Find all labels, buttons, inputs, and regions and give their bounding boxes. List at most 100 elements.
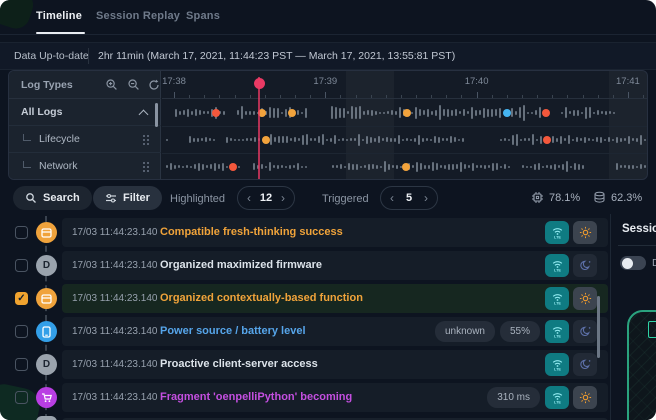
tab-spans[interactable]: Spans	[186, 10, 220, 22]
app-window: Timeline Session Replay Spans Data Up-to…	[0, 0, 656, 420]
log-message[interactable]: Power source / battery level	[160, 325, 306, 337]
axis-tick	[340, 95, 341, 98]
log-row[interactable]: 17/03 11:44:23.140 Compatible fresh-thin…	[0, 218, 610, 247]
memory-metric: 62.3%	[593, 191, 642, 204]
network-lte-button[interactable]: LTE	[545, 221, 569, 244]
waveform-network[interactable]	[162, 153, 647, 180]
sliders-icon	[105, 192, 117, 204]
log-row-strip[interactable]: 17/03 11:44:23.140 Organized contextuall…	[62, 284, 608, 313]
moon-icon	[579, 325, 592, 338]
log-type-row-lifecycle[interactable]: Lifecycle	[9, 126, 161, 153]
filter-button[interactable]: Filter	[93, 186, 162, 210]
event-dot-orange[interactable]	[402, 163, 410, 171]
row-checkbox[interactable]	[15, 259, 28, 272]
playhead-marker[interactable]	[254, 78, 265, 89]
playhead-line[interactable]	[258, 77, 260, 179]
next-icon[interactable]: ›	[424, 192, 428, 204]
log-types-label: Log Types	[21, 79, 73, 91]
axis-tick-label: 17:40	[465, 76, 489, 87]
waveform-all-logs[interactable]	[162, 99, 647, 127]
time-axis[interactable]: 17:3817:3917:4017:41	[162, 71, 647, 99]
network-lte-button[interactable]: LTE	[545, 386, 569, 409]
event-dot-red[interactable]	[212, 109, 220, 117]
log-row[interactable]: 17/03 11:44:23.140 Power source / batter…	[0, 317, 610, 346]
log-message[interactable]: Proactive client-server access	[160, 358, 318, 370]
tab-session-replay[interactable]: Session Replay	[96, 10, 180, 22]
row-checkbox[interactable]: ✓	[15, 292, 28, 305]
log-row-strip[interactable]: 17/03 11:44:23.140 Power source / batter…	[62, 317, 608, 346]
axis-tick	[537, 95, 538, 98]
chevron-up-icon[interactable]	[139, 110, 149, 120]
environment-button[interactable]	[573, 254, 597, 277]
waveform-area: 17:3817:3917:4017:41	[162, 71, 647, 179]
log-row-strip[interactable]: 17/03 11:44:23.140 Proactive client-serv…	[62, 350, 608, 379]
event-dot-orange[interactable]	[262, 136, 270, 144]
axis-tick	[371, 95, 372, 98]
log-type-row-all-logs[interactable]: All Logs	[9, 99, 161, 126]
log-row[interactable]: D 17/03 11:44:23.140 Proactive client-se…	[0, 350, 610, 379]
log-type-icon: D	[36, 354, 57, 375]
list-scrollbar-thumb[interactable]	[597, 296, 600, 358]
axis-tick	[416, 95, 417, 98]
event-dot-orange[interactable]	[288, 109, 296, 117]
axis-tick	[189, 95, 190, 98]
prev-icon[interactable]: ‹	[247, 192, 251, 204]
log-message[interactable]: Organized contextually-based function	[160, 292, 363, 304]
log-message[interactable]: Compatible fresh-thinking success	[160, 226, 343, 238]
search-button[interactable]: Search	[13, 186, 92, 210]
event-dot-blue[interactable]	[503, 109, 511, 117]
row-checkbox[interactable]	[15, 325, 28, 338]
waveform-lifecycle[interactable]	[162, 126, 647, 154]
row-checkbox[interactable]	[15, 226, 28, 239]
log-row-strip[interactable]: 17/03 11:44:23.140 Fragment 'oenpelliPyt…	[62, 383, 608, 412]
log-row[interactable]: D 17/03 11:44:23.140 Organized maximized…	[0, 251, 610, 280]
device-replay-frame[interactable]	[627, 310, 656, 420]
log-type-row-network[interactable]: Network	[9, 153, 161, 180]
network-lte-button[interactable]: LTE	[545, 254, 569, 277]
axis-tick	[613, 95, 614, 98]
axis-tick	[250, 95, 251, 98]
zoom-out-icon[interactable]	[127, 78, 141, 92]
log-row[interactable]: ✓ 17/03 11:44:23.140 Organized contextua…	[0, 284, 610, 313]
environment-button[interactable]	[573, 221, 597, 244]
log-row-strip[interactable]: 17/03 11:44:23.140 Organized maximized f…	[62, 251, 608, 280]
drag-handle-icon[interactable]	[143, 162, 145, 164]
session-panel-title: Session	[622, 223, 656, 235]
drag-handle-icon[interactable]	[143, 135, 145, 137]
session-panel: Session Da	[612, 214, 656, 420]
network-lte-button[interactable]: LTE	[545, 320, 569, 343]
environment-button[interactable]	[573, 386, 597, 409]
event-dot-orange[interactable]	[403, 109, 411, 117]
divider	[610, 214, 611, 420]
row-checkbox[interactable]	[15, 391, 28, 404]
environment-button[interactable]	[573, 320, 597, 343]
svg-text:LTE: LTE	[554, 236, 561, 240]
log-message[interactable]: Fragment 'oenpelliPython' becoming	[160, 391, 352, 403]
log-badges: 310 ms	[487, 387, 540, 408]
tab-timeline[interactable]: Timeline	[36, 10, 82, 22]
session-toggle[interactable]	[620, 256, 646, 270]
log-message[interactable]: Organized maximized firmware	[160, 259, 322, 271]
session-toggle-label: Da	[652, 257, 656, 269]
log-row[interactable]: 17/03 11:44:23.140 Fragment 'oenpelliPyt…	[0, 383, 610, 412]
log-row-strip[interactable]: 17/03 11:44:23.140 Compatible fresh-thin…	[62, 218, 608, 247]
environment-button[interactable]	[573, 353, 597, 376]
row-checkbox[interactable]	[15, 358, 28, 371]
axis-tick	[507, 95, 508, 98]
environment-button[interactable]	[573, 287, 597, 310]
event-dot-red[interactable]	[542, 109, 550, 117]
network-lte-button[interactable]: LTE	[545, 287, 569, 310]
filter-bar: Search Filter Highlighted ‹ 12 › Trigger…	[0, 184, 656, 212]
next-icon[interactable]: ›	[281, 192, 285, 204]
prev-icon[interactable]: ‹	[390, 192, 394, 204]
axis-tick	[325, 92, 326, 98]
timeline-scrollbar-thumb[interactable]	[155, 103, 158, 127]
axis-tick	[401, 95, 402, 98]
event-dot-red[interactable]	[229, 163, 237, 171]
refresh-icon[interactable]	[147, 78, 161, 92]
zoom-in-icon[interactable]	[105, 78, 119, 92]
network-lte-button[interactable]: LTE	[545, 353, 569, 376]
search-button-label: Search	[43, 192, 80, 204]
event-dot-red[interactable]	[543, 136, 551, 144]
wifi-lte-icon: LTE	[550, 291, 565, 306]
